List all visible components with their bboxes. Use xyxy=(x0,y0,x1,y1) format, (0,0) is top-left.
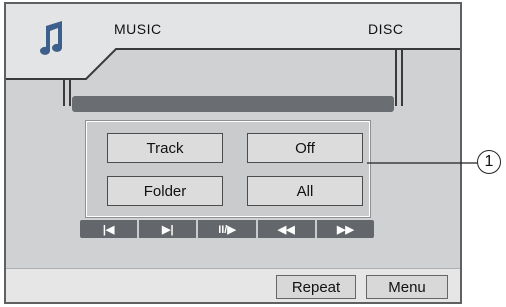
callout-number: 1 xyxy=(477,150,501,174)
callout-leader xyxy=(367,162,477,164)
